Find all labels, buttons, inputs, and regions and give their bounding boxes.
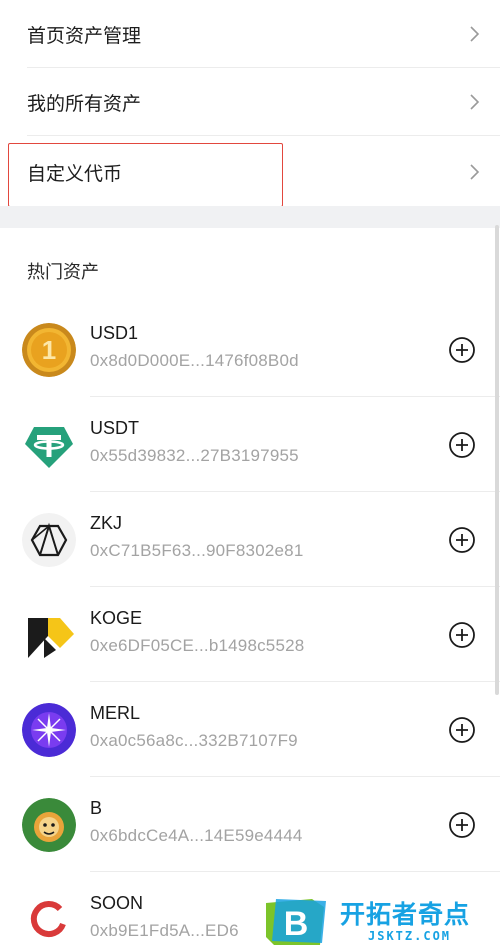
asset-row[interactable]: B 0x6bdcCe4A...14E59e4444 (0, 777, 500, 872)
hot-assets-title: 热门资产 (27, 262, 99, 282)
asset-symbol: SOON (90, 893, 144, 913)
watermark-title: 开拓者奇点 (340, 901, 471, 929)
watermark-badge-letter: B (284, 905, 309, 943)
asset-symbol: USDT (90, 418, 139, 438)
section-separator (0, 206, 500, 228)
tether-icon (22, 418, 76, 472)
add-circle-icon[interactable] (448, 716, 476, 744)
menu-item-label: 首页资产管理 (27, 25, 142, 47)
koge-icon (22, 608, 76, 662)
scrollbar[interactable] (495, 225, 499, 695)
add-circle-icon[interactable] (448, 811, 476, 839)
divider (27, 135, 500, 136)
chevron-right-icon (470, 94, 480, 110)
asset-symbol: MERL (90, 703, 141, 723)
menu-item-home-assets[interactable]: 首页资产管理 (0, 0, 500, 68)
watermark-logo: B 开拓者奇点 JSKTZ.COM (256, 891, 500, 951)
menu-item-label: 自定义代币 (27, 163, 123, 185)
soon-icon (22, 893, 76, 947)
asset-symbol: USD1 (90, 323, 139, 343)
add-circle-icon[interactable] (448, 621, 476, 649)
svg-text:1: 1 (42, 335, 56, 365)
asset-address: 0x6bdcCe4A...14E59e4444 (90, 826, 303, 845)
asset-symbol: KOGE (90, 608, 143, 628)
add-circle-icon[interactable] (448, 431, 476, 459)
asset-address: 0x55d39832...27B3197955 (90, 446, 299, 465)
asset-row[interactable]: MERL 0xa0c56a8c...332B7107F9 (0, 682, 500, 777)
asset-address: 0x8d0D000E...1476f08B0d (90, 351, 299, 370)
watermark-badge-icon: B (266, 899, 326, 945)
add-circle-icon[interactable] (448, 336, 476, 364)
asset-address: 0xa0c56a8c...332B7107F9 (90, 731, 298, 750)
asset-row[interactable]: 1 USD1 0x8d0D000E...1476f08B0d (0, 302, 500, 397)
asset-row[interactable]: KOGE 0xe6DF05CE...b1498c5528 (0, 587, 500, 682)
usd1-coin-icon: 1 (22, 323, 76, 377)
menu-item-all-assets[interactable]: 我的所有资产 (0, 68, 500, 136)
b-token-icon (22, 798, 76, 852)
asset-symbol: ZKJ (90, 513, 123, 533)
asset-row[interactable]: USDT 0x55d39832...27B3197955 (0, 397, 500, 492)
asset-address: 0xb9E1Fd5A...ED6 (90, 921, 239, 940)
asset-row[interactable]: ZKJ 0xC71B5F63...90F8302e81 (0, 492, 500, 587)
watermark-subtitle: JSKTZ.COM (368, 929, 452, 943)
merl-icon (22, 703, 76, 757)
zkj-icon (22, 513, 76, 567)
chevron-right-icon (470, 26, 480, 42)
asset-address: 0xe6DF05CE...b1498c5528 (90, 636, 305, 655)
menu-item-label: 我的所有资产 (27, 93, 142, 115)
asset-address: 0xC71B5F63...90F8302e81 (90, 541, 304, 560)
asset-symbol: B (90, 798, 103, 818)
chevron-right-icon (470, 164, 480, 180)
menu-item-custom-token[interactable]: 自定义代币 (0, 138, 500, 206)
add-circle-icon[interactable] (448, 526, 476, 554)
